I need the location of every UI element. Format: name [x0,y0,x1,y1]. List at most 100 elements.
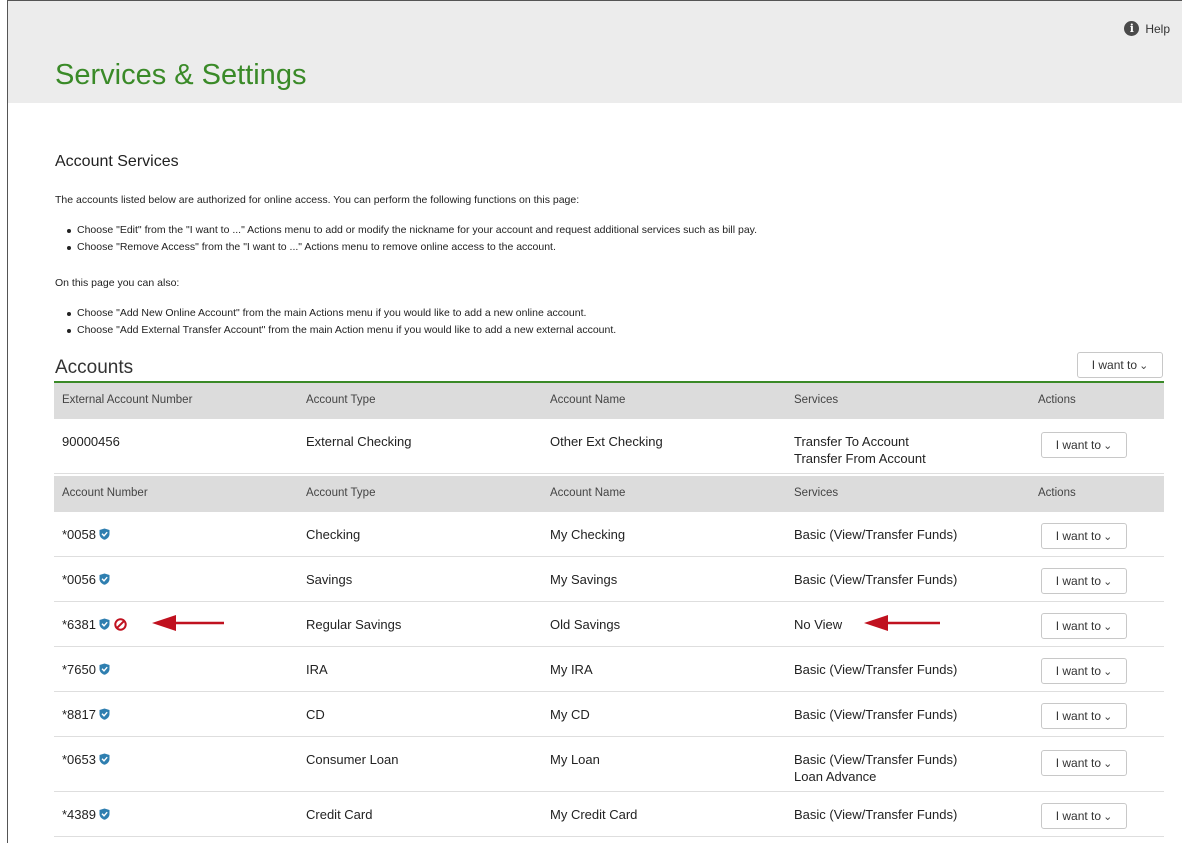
shield-icon [99,663,110,675]
account-number: *0653 [62,752,96,767]
account-name: My Savings [550,572,618,587]
table-row: *7650 IRA My IRA Basic (View/Transfer Fu… [54,647,1164,692]
account-number-cell: *4389 [62,806,110,823]
chevron-down-icon: ⌄ [1103,575,1113,588]
chevron-down-icon: ⌄ [1103,710,1113,723]
bullet-item: Choose "Edit" from the "I want to ..." A… [55,222,757,239]
col-header: Account Type [306,394,376,406]
col-header: Account Number [62,487,148,499]
shield-icon [99,753,110,765]
service-line: Basic (View/Transfer Funds) [794,752,958,767]
page-header: i Help Services & Settings [8,1,1182,103]
account-type: Regular Savings [306,617,402,632]
account-services: Basic (View/Transfer Funds) [794,707,958,722]
help-link[interactable]: i Help [1124,21,1170,36]
row-actions-label: I want to [1055,438,1102,452]
page-frame: i Help Services & Settings Account Servi… [7,0,1182,843]
shield-icon [99,708,110,720]
account-name: My Loan [550,752,600,767]
also-bullets: Choose "Add New Online Account" from the… [55,305,616,339]
account-number: *6381 [62,617,96,632]
chevron-down-icon: ⌄ [1103,665,1113,678]
shield-icon [99,808,110,820]
intro-bullets: Choose "Edit" from the "I want to ..." A… [55,222,757,256]
also-paragraph: On this page you can also: [55,277,180,289]
account-type: Checking [306,527,361,542]
col-header: Account Name [550,394,626,406]
row-actions-dropdown[interactable]: I want to ⌄ [1041,703,1127,729]
info-icon: i [1124,21,1140,36]
col-header: Services [794,394,839,406]
row-actions-dropdown[interactable]: I want to ⌄ [1041,523,1127,549]
account-number: *8817 [62,707,96,722]
account-type: Savings [306,572,353,587]
account-number: *0056 [62,572,96,587]
account-type: External Checking [306,434,412,449]
account-number-cell: *7650 [62,661,110,678]
account-name: Old Savings [550,617,621,632]
account-name: My CD [550,707,590,722]
account-services: Transfer To Account Transfer From Accoun… [794,433,926,467]
account-services: Basic (View/Transfer Funds) [794,572,958,587]
annotation-arrow-icon [152,615,224,631]
account-number-cell: *0056 [62,571,110,588]
col-header: Actions [1038,394,1076,406]
account-services: Basic (View/Transfer Funds) Loan Advance [794,751,957,785]
bullet-item: Choose "Add External Transfer Account" f… [55,322,616,339]
account-name: My Checking [550,527,626,542]
row-actions-dropdown[interactable]: I want to ⌄ [1041,658,1127,684]
annotation-arrow-icon [864,615,940,631]
account-number-cell: *0058 [62,526,110,543]
account-name: My IRA [550,662,593,677]
col-header: Account Name [550,487,626,499]
account-number-cell: *6381 [62,616,127,633]
service-line: Loan Advance [794,769,877,784]
chevron-down-icon: ⌄ [1103,620,1113,633]
accounts-title: Accounts [55,357,134,378]
page-title: Services & Settings [55,59,307,91]
account-number: *7650 [62,662,96,677]
bullet-item: Choose "Remove Access" from the "I want … [55,239,757,256]
intro-paragraph: The accounts listed below are authorized… [55,194,580,206]
table-row: *6381 Regular Savings Old Savings No Vie… [54,602,1164,647]
account-name: Other Ext Checking [550,434,663,449]
bullet-item: Choose "Add New Online Account" from the… [55,305,616,322]
table-row: *0058 Checking My Checking Basic (View/T… [54,512,1164,557]
row-actions-dropdown[interactable]: I want to ⌄ [1041,750,1127,776]
service-line: Transfer To Account [794,434,909,449]
shield-icon [99,573,110,585]
chevron-down-icon: ⌄ [1103,530,1113,543]
external-table-header: External Account Number Account Type Acc… [54,383,1164,419]
row-actions-dropdown[interactable]: I want to ⌄ [1041,568,1127,594]
no-view-icon [114,618,127,631]
table-row: *0056 Savings My Savings Basic (View/Tra… [54,557,1164,602]
help-label: Help [1145,21,1170,36]
accounts-table-header: Account Number Account Type Account Name… [54,476,1164,512]
row-actions-dropdown[interactable]: I want to ⌄ [1041,803,1127,829]
chevron-down-icon: ⌄ [1103,810,1113,823]
row-actions-dropdown[interactable]: I want to ⌄ [1041,613,1127,639]
account-type: Credit Card [306,807,373,822]
table-row: *4389 Credit Card My Credit Card Basic (… [54,792,1164,837]
col-header: External Account Number [62,394,193,406]
row-actions-label: I want to [1055,809,1102,823]
account-services: No View [794,617,843,632]
shield-icon [99,618,110,630]
section-title: Account Services [55,153,179,170]
account-name: My Credit Card [550,807,638,822]
col-header: Actions [1038,487,1076,499]
account-number-cell: *0653 [62,751,110,768]
chevron-down-icon: ⌄ [1139,359,1149,372]
row-actions-label: I want to [1055,709,1102,723]
main-actions-dropdown[interactable]: I want to ⌄ [1077,352,1163,378]
account-number: *0058 [62,527,96,542]
row-actions-label: I want to [1055,529,1102,543]
account-services: Basic (View/Transfer Funds) [794,662,958,677]
table-row: *8817 CD My CD Basic (View/Transfer Fund… [54,692,1164,737]
shield-icon [99,528,110,540]
table-row: *0653 Consumer Loan My Loan Basic (View/… [54,737,1164,792]
chevron-down-icon: ⌄ [1103,439,1113,452]
main-actions-label: I want to [1091,358,1138,372]
service-line: Transfer From Account [794,451,926,466]
row-actions-dropdown[interactable]: I want to ⌄ [1041,432,1127,458]
